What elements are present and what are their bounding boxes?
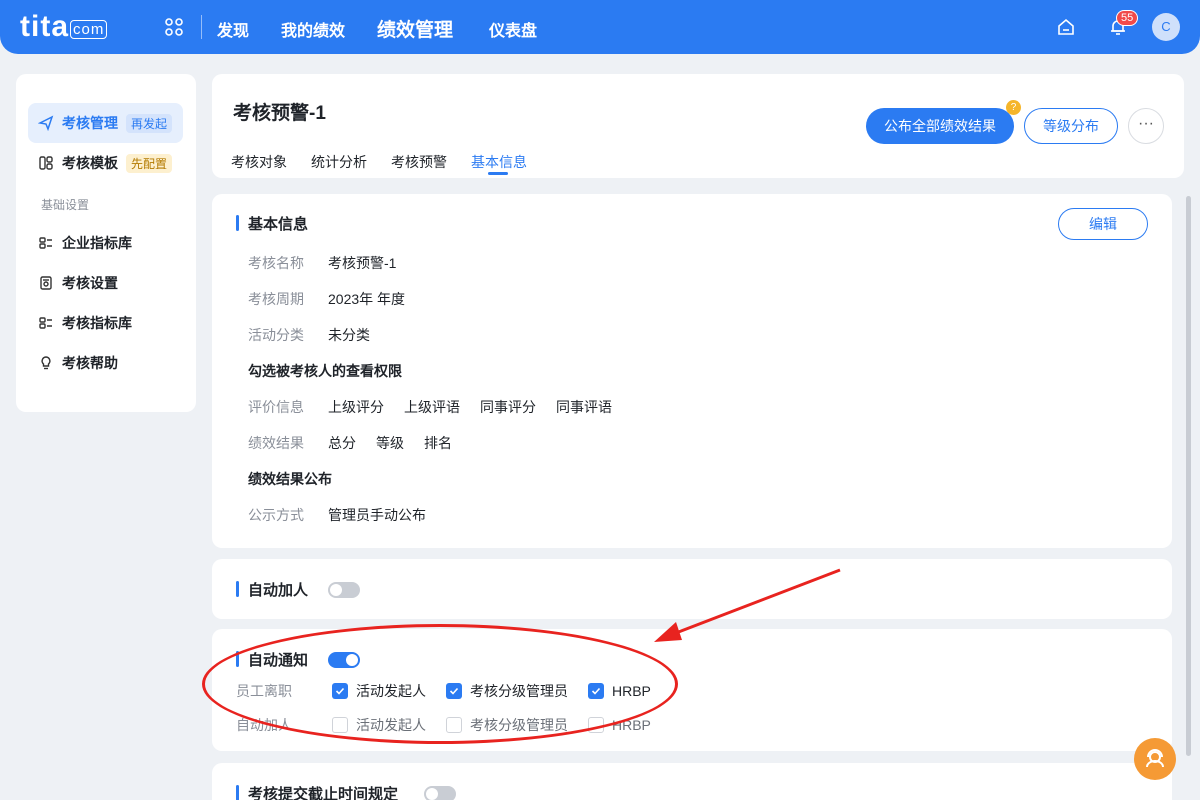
info-value: 管理员手动公布 [328, 507, 426, 523]
auto-add-toggle[interactable] [328, 582, 360, 598]
publish-heading: 绩效结果公布 [248, 471, 332, 487]
notification-badge: 55 [1116, 10, 1139, 26]
sidebar-item-label: 考核指标库 [62, 315, 132, 331]
lightbulb-icon [41, 356, 51, 370]
info-value: 同事评语 [556, 399, 612, 415]
info-row-name: 考核名称 考核预警-1 [248, 253, 416, 273]
info-label: 绩效结果 [248, 435, 304, 451]
tab-assessment-warning[interactable]: 考核预警 [391, 152, 447, 172]
section-title-basic-info: 基本信息 [236, 213, 308, 234]
info-label: 活动分类 [248, 327, 304, 343]
sidebar-item-company-indicators[interactable]: 企业指标库 [28, 223, 183, 263]
toggle-knob [330, 584, 342, 596]
more-options-button[interactable]: ··· [1128, 108, 1164, 144]
active-tab-indicator [488, 172, 508, 175]
annotation-ellipse [202, 624, 678, 744]
info-value: 同事评分 [480, 399, 536, 415]
nav-divider [201, 15, 202, 39]
info-label: 评价信息 [248, 399, 304, 415]
sidebar-item-assessment-help[interactable]: 考核帮助 [28, 343, 183, 383]
settings-doc-icon [40, 276, 52, 290]
top-navigation-bar: tita com 发现 我的绩效 绩效管理 仪表盘 55 C [0, 0, 1200, 54]
configure-first-tag: 先配置 [126, 153, 173, 173]
sidebar-item-assessment-indicators[interactable]: 考核指标库 [28, 303, 183, 343]
nav-performance-management[interactable]: 绩效管理 [377, 15, 453, 42]
sidebar-item-label: 考核管理 [62, 115, 118, 131]
info-row-category: 活动分类 未分类 [248, 325, 390, 345]
sidebar-item-assessment-template[interactable]: 考核模板 先配置 [28, 143, 183, 183]
send-icon [38, 115, 54, 131]
user-avatar[interactable]: C [1152, 13, 1180, 41]
toggle-knob [426, 788, 438, 800]
info-row-publish-method: 公示方式 管理员手动公布 [248, 505, 446, 525]
edit-button[interactable]: 编辑 [1058, 208, 1148, 240]
info-value: 未分类 [328, 327, 370, 343]
info-label: 考核名称 [248, 255, 304, 271]
info-value: 2023年 年度 [328, 291, 406, 307]
info-value: 等级 [376, 435, 404, 451]
section-title-auto-add: 自动加人 [236, 579, 308, 600]
info-value: 上级评语 [404, 399, 460, 415]
info-label: 公示方式 [248, 507, 304, 523]
indicator-icon [39, 237, 52, 249]
assessment-header: 考核预警-1 考核对象 统计分析 考核预警 基本信息 公布全部绩效结果 ? 等级… [212, 74, 1184, 178]
grade-distribution-button[interactable]: 等级分布 [1024, 108, 1118, 144]
sidebar: 考核管理 再发起 考核模板 先配置 基础设置 企业指标库 考核设置 考核指标库 … [16, 74, 196, 412]
tab-assessment-objects[interactable]: 考核对象 [231, 152, 287, 172]
redo-tag: 再发起 [126, 113, 173, 133]
info-value: 排名 [424, 435, 452, 451]
info-label: 考核周期 [248, 291, 304, 307]
logo-suffix: com [70, 20, 108, 39]
sidebar-group-label: 基础设置 [41, 198, 90, 212]
home-icon[interactable] [1056, 17, 1076, 37]
basic-info-card: 基本信息 编辑 考核名称 考核预警-1 考核周期 2023年 年度 活动分类 未… [212, 194, 1172, 548]
publish-all-results-button[interactable]: 公布全部绩效结果 [866, 108, 1014, 144]
sidebar-item-label: 考核设置 [62, 275, 118, 291]
tita-logo[interactable]: tita com [20, 10, 108, 44]
permission-heading: 勾选被考核人的查看权限 [248, 363, 402, 379]
sidebar-item-label: 企业指标库 [62, 235, 132, 251]
section-title-deadline: 考核提交截止时间规定 [236, 783, 398, 800]
tab-basic-info[interactable]: 基本信息 [471, 152, 527, 172]
customer-service-button[interactable] [1134, 738, 1176, 780]
info-row-results: 绩效结果 总分 等级 排名 [248, 433, 472, 453]
info-value: 上级评分 [328, 399, 384, 415]
tab-statistics[interactable]: 统计分析 [311, 152, 367, 172]
annotation-arrow [654, 568, 841, 642]
help-question-icon[interactable]: ? [1006, 100, 1021, 115]
info-row-period: 考核周期 2023年 年度 [248, 289, 425, 309]
sidebar-item-assessment-settings[interactable]: 考核设置 [28, 263, 183, 303]
support-agent-icon [1146, 749, 1164, 768]
indicator-icon [39, 317, 52, 329]
deadline-toggle[interactable] [424, 786, 456, 800]
deadline-card: 考核提交截止时间规定 [212, 763, 1172, 800]
nav-my-performance[interactable]: 我的绩效 [281, 17, 345, 41]
info-value: 考核预警-1 [328, 255, 397, 271]
logo-text: tita [20, 10, 69, 43]
nav-discover[interactable]: 发现 [217, 17, 249, 41]
sidebar-item-assessment-management[interactable]: 考核管理 再发起 [28, 103, 183, 143]
scrollbar-thumb[interactable] [1186, 196, 1191, 756]
page-title: 考核预警-1 [233, 103, 326, 124]
info-row-evaluation: 评价信息 上级评分 上级评语 同事评分 同事评语 [248, 397, 632, 417]
nav-dashboard[interactable]: 仪表盘 [489, 17, 537, 41]
template-icon [39, 156, 53, 170]
sidebar-item-label: 考核帮助 [62, 355, 118, 371]
apps-grid-icon[interactable] [164, 17, 184, 37]
info-value: 总分 [328, 435, 356, 451]
sidebar-item-label: 考核模板 [62, 155, 118, 171]
